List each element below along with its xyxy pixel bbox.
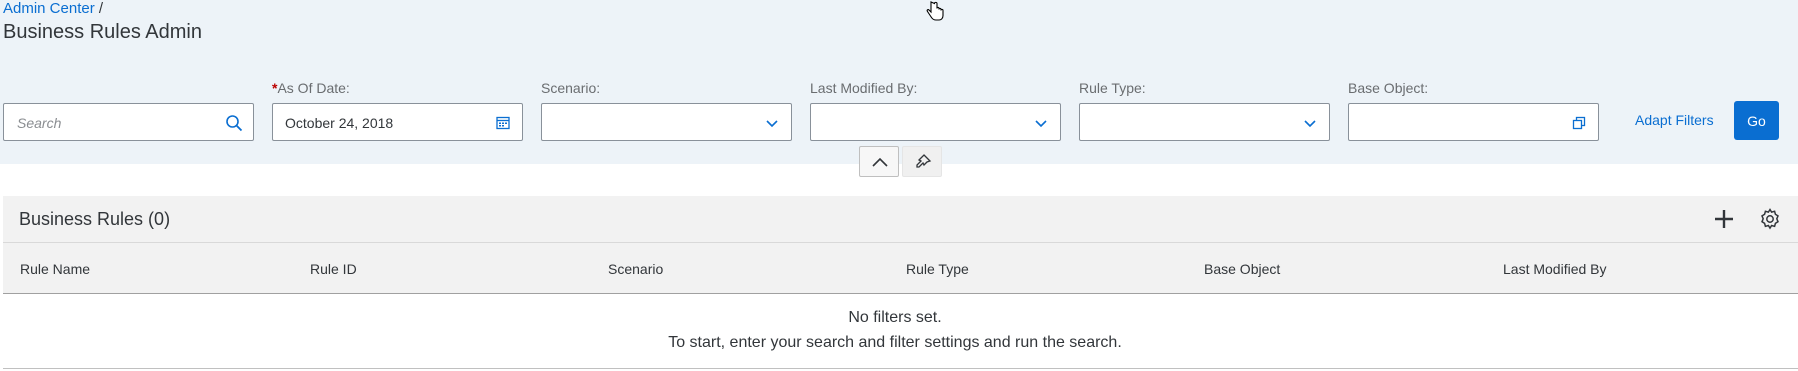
rule-type-label: Rule Type:	[1079, 80, 1146, 96]
as-of-date-value: October 24, 2018	[285, 115, 394, 131]
table-header: Rule Name Rule ID Scenario Rule Type Bas…	[3, 243, 1798, 294]
filter-header: Admin Center / Business Rules Admin Sear…	[0, 0, 1798, 164]
breadcrumb-admin-center[interactable]: Admin Center	[3, 0, 95, 17]
column-header-rule-name[interactable]: Rule Name	[20, 261, 90, 277]
base-object-field[interactable]	[1348, 103, 1599, 141]
column-header-rule-id[interactable]: Rule ID	[310, 261, 357, 277]
last-modified-by-select[interactable]	[810, 103, 1061, 141]
empty-state-title: No filters set.	[848, 309, 942, 326]
as-of-date-label-text: As Of Date:	[277, 80, 350, 96]
last-modified-by-label: Last Modified By:	[810, 80, 918, 96]
as-of-date-field[interactable]: October 24, 2018	[272, 103, 523, 141]
table-toolbar: Business Rules (0)	[3, 196, 1798, 243]
as-of-date-label: *As Of Date:	[272, 80, 350, 96]
rule-type-select[interactable]	[1079, 103, 1330, 141]
breadcrumb-separator: /	[98, 0, 104, 17]
pin-header-button[interactable]	[902, 146, 942, 177]
collapse-header-button[interactable]	[859, 146, 899, 177]
scenario-label: Scenario:	[541, 80, 601, 96]
column-header-last-modified-by[interactable]: Last Modified By	[1503, 261, 1607, 277]
search-input[interactable]: Search	[3, 103, 254, 141]
table-bottom-divider	[3, 368, 1798, 369]
empty-state-description: To start, enter your search and filter s…	[668, 334, 1122, 351]
settings-icon[interactable]	[1758, 207, 1782, 231]
scenario-select[interactable]	[541, 103, 792, 141]
search-icon[interactable]	[225, 114, 243, 132]
chevron-down-icon[interactable]	[1301, 114, 1319, 132]
chevron-down-icon[interactable]	[1032, 114, 1050, 132]
calendar-icon[interactable]	[494, 114, 512, 132]
column-header-base-object[interactable]: Base Object	[1204, 261, 1280, 277]
go-button[interactable]: Go	[1734, 101, 1779, 140]
page-title: Business Rules Admin	[3, 21, 202, 43]
adapt-filters-link[interactable]: Adapt Filters	[1635, 112, 1714, 128]
add-icon[interactable]	[1712, 207, 1736, 231]
collapse-icon	[872, 157, 888, 167]
breadcrumb: Admin Center /	[3, 0, 103, 18]
value-help-icon[interactable]	[1570, 114, 1588, 132]
table-title: Business Rules (0)	[19, 209, 171, 229]
column-header-rule-type[interactable]: Rule Type	[906, 261, 969, 277]
base-object-label: Base Object:	[1348, 80, 1429, 96]
pin-icon	[916, 154, 932, 168]
column-header-scenario[interactable]: Scenario	[608, 261, 663, 277]
chevron-down-icon[interactable]	[763, 114, 781, 132]
hand-cursor-icon	[926, 1, 944, 21]
search-placeholder: Search	[17, 115, 62, 131]
